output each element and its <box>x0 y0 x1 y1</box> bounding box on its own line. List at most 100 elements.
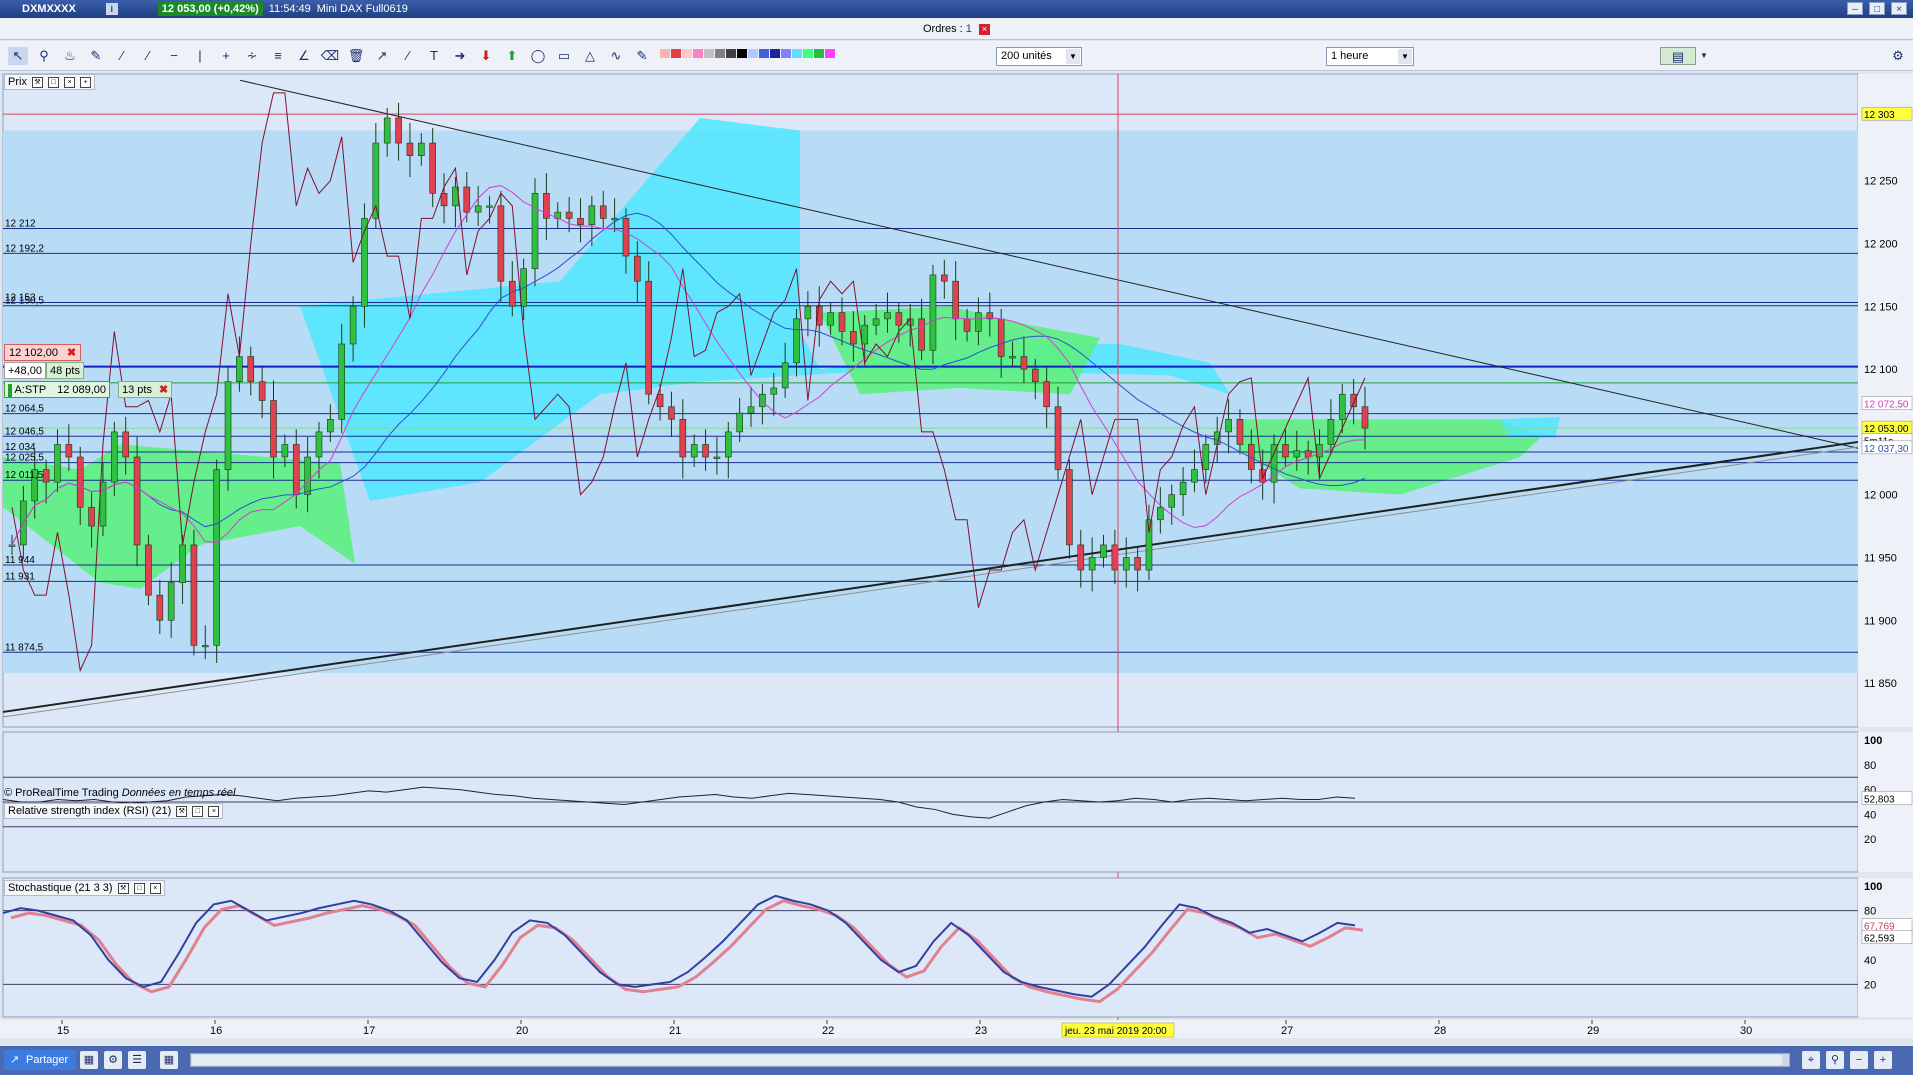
color-swatch[interactable] <box>737 49 747 58</box>
time-axis-label: 29 <box>1587 1025 1599 1037</box>
color-swatch[interactable] <box>682 49 692 58</box>
vertical-line-icon[interactable]: | <box>190 47 210 65</box>
window-icon[interactable]: □ <box>192 805 204 817</box>
rsi-axis-tick: 80 <box>1864 760 1876 772</box>
color-swatch[interactable] <box>770 49 780 58</box>
arrow-down-icon[interactable]: ⬇ <box>476 47 496 65</box>
stop-pts: 13 pts <box>122 384 152 396</box>
window-icon[interactable]: □ <box>133 882 145 894</box>
text-icon[interactable]: T <box>424 47 444 65</box>
candle-body <box>1236 419 1244 445</box>
wrench-icon[interactable]: ⚒ <box>117 882 129 894</box>
stop-order-tag[interactable]: A:STP 12 089,00 <box>4 381 111 398</box>
candle-body <box>622 218 630 257</box>
candle-body <box>236 356 243 382</box>
wave-icon[interactable]: ∿ <box>606 47 626 65</box>
timeframe-select[interactable]: 1 heure ▼ <box>1326 47 1414 66</box>
close-panel-icon[interactable]: × <box>208 805 220 817</box>
fan-icon[interactable]: ∠ <box>294 47 314 65</box>
candle-body <box>406 142 414 156</box>
close-icon[interactable]: × <box>1891 2 1907 15</box>
stop-grip-icon[interactable] <box>8 383 12 397</box>
color-swatch[interactable] <box>726 49 736 58</box>
time-scrollbar[interactable] <box>190 1053 1790 1067</box>
close-panel-icon[interactable]: × <box>64 76 76 88</box>
alert-bell-icon[interactable]: ♨ <box>60 47 80 65</box>
color-swatch[interactable] <box>759 49 769 58</box>
orders-count[interactable]: 1 <box>966 23 972 35</box>
close-position-icon[interactable]: ✖ <box>67 347 76 359</box>
rectangle-icon[interactable]: ▭ <box>554 47 574 65</box>
units-select[interactable]: 200 unités ▼ <box>996 47 1082 66</box>
chart-canvas[interactable]: 12 250 12 200 12 150 12 100 12 000 11 950 11 9… <box>0 72 1913 1040</box>
color-swatch[interactable] <box>704 49 714 58</box>
maximize-icon[interactable]: □ <box>1869 2 1885 15</box>
price-axis-tick: 11 900 <box>1864 615 1897 627</box>
price-panel-header: Prix ⚒ □ × + <box>4 74 96 90</box>
close-panel-icon[interactable]: × <box>149 882 161 894</box>
scrollbar-thumb[interactable] <box>192 1055 1782 1065</box>
fibonacci-icon[interactable]: ≡ <box>268 47 288 65</box>
color-swatch[interactable] <box>660 49 670 58</box>
grid-icon[interactable]: ▦ <box>160 1051 178 1069</box>
zoom-fit-icon[interactable]: ⚲ <box>1826 1051 1844 1069</box>
color-swatches[interactable] <box>660 49 835 58</box>
layout-icon[interactable]: ▦ <box>80 1051 98 1069</box>
color-swatch[interactable] <box>693 49 703 58</box>
eraser-icon[interactable]: ⌫ <box>320 47 340 65</box>
chart-type-dropdown-icon[interactable]: ▼ <box>1698 47 1710 65</box>
trash-icon[interactable]: 🗑 <box>346 47 366 65</box>
cursor-icon[interactable]: ↖ <box>8 47 28 65</box>
color-swatch[interactable] <box>792 49 802 58</box>
candle-body <box>997 318 1005 357</box>
cross-line-icon[interactable]: + <box>216 47 236 65</box>
zoom-in-icon[interactable]: + <box>1874 1051 1892 1069</box>
orders-close-icon[interactable]: × <box>978 24 990 35</box>
color-swatch[interactable] <box>715 49 725 58</box>
orders-label: Ordres : <box>923 23 966 35</box>
chart-type-icon[interactable]: ▤ <box>1660 47 1696 65</box>
chevron-down-icon: ▼ <box>1398 49 1412 64</box>
arrow-right-icon[interactable]: ➜ <box>450 47 470 65</box>
parallel-icon[interactable]: ∕ <box>398 47 418 65</box>
wrench-icon[interactable]: ⚒ <box>32 76 44 88</box>
crosshair-icon[interactable]: ⌖ <box>1802 1051 1820 1069</box>
horizontal-line-icon[interactable]: − <box>164 47 184 65</box>
line-icon[interactable]: ∕ <box>112 47 132 65</box>
settings-icon[interactable]: ⚙ <box>1888 47 1908 65</box>
trend-up-icon[interactable]: ↗ <box>372 47 392 65</box>
add-indicator-icon[interactable]: + <box>80 76 92 88</box>
color-swatch[interactable] <box>814 49 824 58</box>
candle-body <box>1088 557 1096 571</box>
chart-area[interactable]: 12 250 12 200 12 150 12 100 12 000 11 950 11 9… <box>0 72 1913 1040</box>
color-swatch[interactable] <box>803 49 813 58</box>
color-swatch[interactable] <box>748 49 758 58</box>
ray-icon[interactable]: ∕ <box>138 47 158 65</box>
wrench-icon[interactable]: ⚒ <box>176 805 188 817</box>
minimize-icon[interactable]: – <box>1847 2 1863 15</box>
color-swatch[interactable] <box>671 49 681 58</box>
time-axis-label: 15 <box>57 1025 69 1037</box>
stoch-panel-bg[interactable] <box>2 877 1859 1018</box>
candle-body <box>201 645 209 648</box>
window-icon[interactable]: □ <box>48 76 60 88</box>
color-swatch[interactable] <box>781 49 791 58</box>
info-icon[interactable]: i <box>105 3 118 15</box>
list-icon[interactable]: ☰ <box>128 1051 146 1069</box>
zoom-icon[interactable]: ⚲ <box>34 47 54 65</box>
position-price-tag[interactable]: 12 102,00 ✖ <box>4 344 82 361</box>
cancel-stop-icon[interactable]: ✖ <box>159 384 168 396</box>
ruler-icon[interactable]: ✎ <box>86 47 106 65</box>
units-select-value: 200 unités <box>1001 50 1052 62</box>
channel-icon[interactable]: ∻ <box>242 47 262 65</box>
share-button[interactable]: Partager <box>4 1050 77 1070</box>
triangle-icon[interactable]: △ <box>580 47 600 65</box>
zoom-out-icon[interactable]: − <box>1850 1051 1868 1069</box>
indicators-icon[interactable]: ⚙ <box>104 1051 122 1069</box>
color-swatch[interactable] <box>825 49 835 58</box>
color-pen-icon[interactable]: ✎ <box>632 47 652 65</box>
ellipse-icon[interactable]: ◯ <box>528 47 548 65</box>
arrow-up-icon[interactable]: ⬆ <box>502 47 522 65</box>
candle-body <box>884 312 891 320</box>
candle-body <box>395 117 402 144</box>
